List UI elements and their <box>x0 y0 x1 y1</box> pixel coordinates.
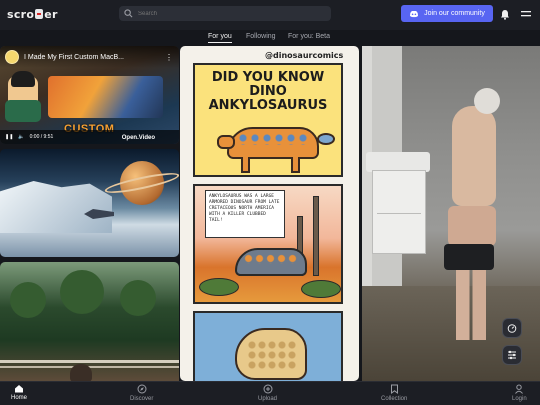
nav-discover-label: Discover <box>130 396 154 402</box>
dino-leg <box>241 157 250 173</box>
bush <box>301 280 341 298</box>
pause-icon[interactable]: ❚❚ <box>5 134 13 140</box>
nav-login-label: Login <box>512 396 527 402</box>
fence-rail <box>0 360 179 363</box>
ankylosaurus-illustration-2 <box>235 248 307 276</box>
bush <box>199 278 239 296</box>
comic-headline-line1: DID YOU KNOW DINO <box>211 70 325 99</box>
logo[interactable]: scro er <box>7 8 58 21</box>
tree-shape <box>120 280 156 316</box>
timer-icon <box>507 324 517 333</box>
nav-discover[interactable]: Discover <box>130 384 153 402</box>
more-options-icon[interactable]: ⋮ <box>165 53 173 62</box>
nav-login[interactable]: Login <box>512 384 527 402</box>
person-shorts <box>448 206 496 246</box>
nav-collection-label: Collection <box>381 396 408 402</box>
nav-collection[interactable]: Collection <box>381 384 407 402</box>
ankylosaurus-illustration <box>227 127 319 159</box>
tree-trunk <box>313 196 319 276</box>
dino-head <box>217 135 235 149</box>
top-bar: scroer Join our community <box>0 0 540 30</box>
search-icon <box>124 9 133 18</box>
person-figure <box>444 88 506 340</box>
search-input[interactable] <box>138 10 318 17</box>
tab-for-you[interactable]: For you <box>200 31 240 43</box>
nav-home-label: Home <box>11 395 28 401</box>
logo-mark-icon <box>35 9 44 19</box>
dino-tail-club <box>317 133 335 145</box>
bell-icon[interactable] <box>500 9 510 20</box>
video-title-bar: I Made My First Custom MacB... <box>0 46 179 68</box>
image-card-space[interactable] <box>0 149 179 257</box>
clothing-item <box>444 244 494 270</box>
plus-circle-icon <box>263 384 272 394</box>
logo-prefix: scro <box>7 8 35 21</box>
video-character <box>5 71 41 122</box>
bookmark-icon <box>390 384 398 394</box>
logo-suffix: er <box>44 8 58 21</box>
comic-panel-1: DID YOU KNOW DINO ANKYLOSAURUS <box>193 63 343 177</box>
iceberg-image <box>0 181 112 233</box>
compass-icon <box>137 384 147 394</box>
search-bar[interactable] <box>119 6 331 21</box>
person-torso <box>452 106 496 206</box>
bottom-nav: Home Discover Upload Collection Login <box>0 381 540 405</box>
video-title[interactable]: I Made My First Custom MacB... <box>24 54 124 61</box>
timer-button[interactable] <box>502 318 522 338</box>
video-card[interactable]: I Made My First Custom MacB... ⋮ CUSTOM … <box>0 46 179 144</box>
tab-for-you-beta[interactable]: For you: Beta <box>280 31 338 42</box>
animal-image <box>70 364 92 381</box>
dino-leg <box>291 157 300 173</box>
sliders-icon <box>508 350 516 360</box>
tree-shape <box>10 282 46 318</box>
channel-avatar[interactable] <box>5 50 19 64</box>
nav-home[interactable]: Home <box>11 384 27 401</box>
home-icon <box>15 385 23 393</box>
discord-icon <box>410 10 419 17</box>
filter-button[interactable] <box>502 345 522 365</box>
tab-following[interactable]: Following <box>238 31 284 42</box>
menu-icon[interactable] <box>521 10 531 18</box>
feed-column-left: I Made My First Custom MacB... ⋮ CUSTOM … <box>0 46 179 381</box>
volume-icon[interactable]: 🔈 <box>18 134 24 140</box>
comic-headline: DID YOU KNOW DINO ANKYLOSAURUS <box>195 71 341 113</box>
comic-headline-line2: ANKYLOSAURUS <box>208 98 328 113</box>
video-time: 0:00 / 9:51 <box>29 134 54 140</box>
sink <box>366 152 430 172</box>
comic-panel-2: ANKYLOSAURUS WAS A LARGE ARMORED DINOSAU… <box>193 184 343 304</box>
cabinet <box>372 170 426 254</box>
feed-tabs: For you Following For you: Beta <box>0 30 540 46</box>
nav-upload[interactable]: Upload <box>258 384 277 402</box>
user-icon <box>515 384 524 394</box>
join-community-button[interactable]: Join our community <box>401 5 493 22</box>
comic-fact-box: ANKYLOSAURUS WAS A LARGE ARMORED DINOSAU… <box>205 190 285 238</box>
comic-handle[interactable]: @dinosaurcomics <box>265 51 343 60</box>
comic-card[interactable]: @dinosaurcomics DID YOU KNOW DINO ANKYLOS… <box>180 46 359 381</box>
person-head <box>474 88 500 114</box>
ankylosaurus-skull <box>235 328 307 380</box>
tree-shape <box>60 270 104 314</box>
image-card-jungle[interactable] <box>0 262 179 381</box>
nav-upload-label: Upload <box>258 396 278 402</box>
comic-panel-3 <box>193 311 343 381</box>
video-branding[interactable]: Open.Video <box>122 135 155 141</box>
join-community-label: Join our community <box>424 10 485 17</box>
video-laptop <box>48 76 163 118</box>
